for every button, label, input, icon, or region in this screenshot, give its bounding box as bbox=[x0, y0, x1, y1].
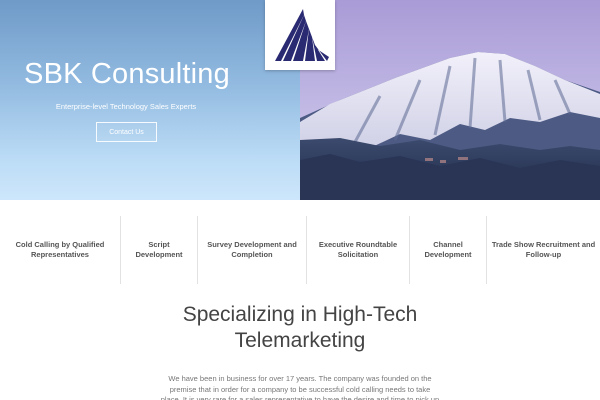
section-heading: Specializing in High-Tech Telemarketing bbox=[182, 303, 418, 352]
service-script-development[interactable]: Script Development bbox=[121, 216, 197, 284]
service-executive-roundtable[interactable]: Executive Roundtable Solicitation bbox=[307, 216, 409, 284]
service-survey-development[interactable]: Survey Development and Completion bbox=[198, 216, 306, 284]
hero-section: SBK Consulting Enterprise-level Technolo… bbox=[0, 0, 600, 200]
service-cold-calling[interactable]: Cold Calling by Qualified Representative… bbox=[0, 216, 120, 284]
services-strip: Cold Calling by Qualified Representative… bbox=[0, 216, 600, 284]
mountain-photo bbox=[300, 0, 600, 200]
mountain-image bbox=[300, 0, 600, 200]
service-channel-development[interactable]: Channel Development bbox=[410, 216, 486, 284]
hero-left-panel: SBK Consulting Enterprise-level Technolo… bbox=[0, 0, 300, 200]
site-tagline: Enterprise-level Technology Sales Expert… bbox=[55, 102, 197, 111]
intro-paragraph: We have been in business for over 17 yea… bbox=[160, 374, 440, 400]
contact-us-button[interactable]: Contact Us bbox=[96, 122, 157, 142]
triangle-rays-logo-icon bbox=[275, 9, 329, 61]
service-trade-show[interactable]: Trade Show Recruitment and Follow-up bbox=[487, 216, 600, 284]
company-logo[interactable] bbox=[265, 0, 335, 70]
site-title: SBK Consulting bbox=[24, 58, 230, 90]
